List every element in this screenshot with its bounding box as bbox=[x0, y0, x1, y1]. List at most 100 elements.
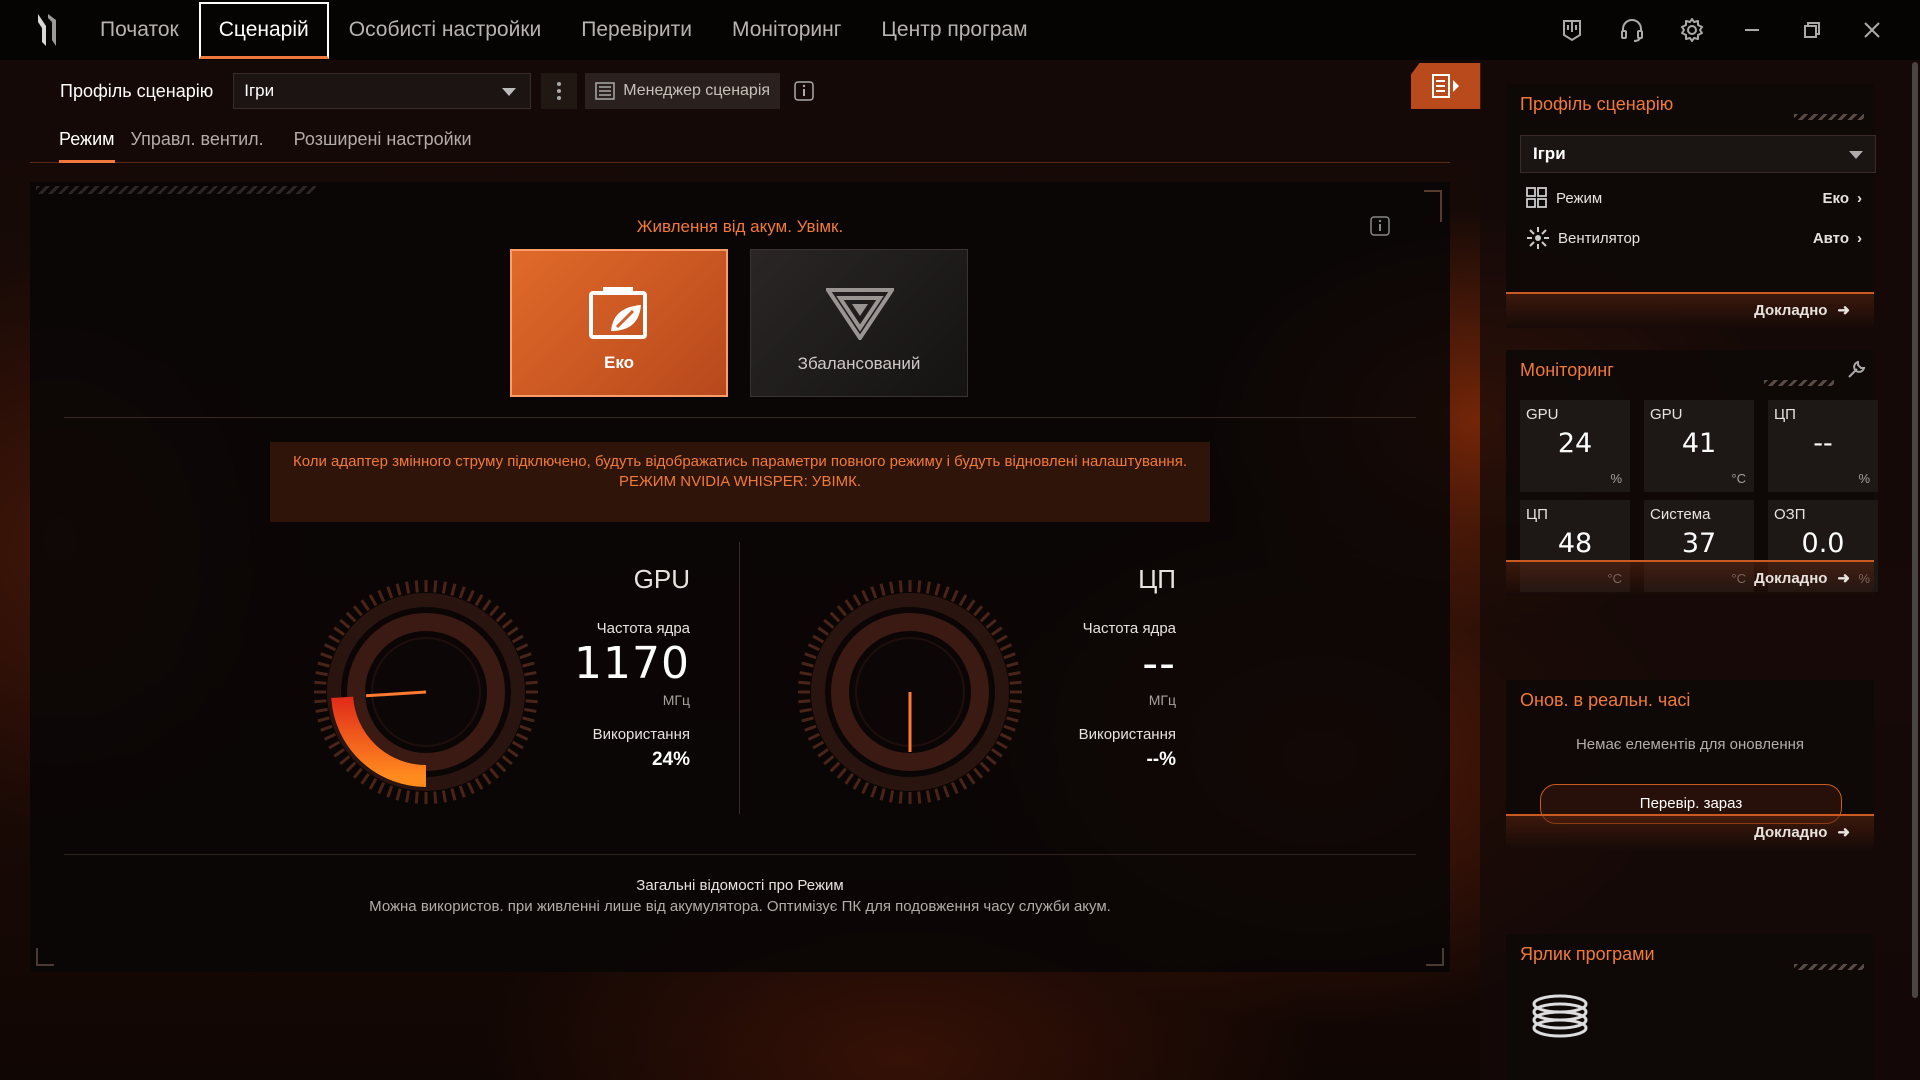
eco-battery-icon bbox=[589, 287, 647, 339]
headset-icon[interactable] bbox=[1602, 0, 1662, 60]
cpu-gauge-tick bbox=[950, 589, 959, 603]
gauge-separator bbox=[739, 542, 740, 814]
collapse-sidebar-button[interactable] bbox=[1411, 63, 1481, 109]
gpu-gauge-tick bbox=[395, 788, 402, 801]
cpu-gauge-tick bbox=[817, 748, 829, 758]
info-icon[interactable] bbox=[1370, 216, 1390, 236]
sidebar-mode-row[interactable]: Режим Еко › bbox=[1526, 184, 1862, 212]
chevron-down-icon bbox=[502, 88, 517, 96]
monitoring-card: Моніторинг GPU 24 % GPU 41 °C ЦП -- % ЦП… bbox=[1506, 350, 1878, 596]
cpu-gauge-tick bbox=[870, 785, 878, 798]
ac-adapter-notice: Коли адаптер змінного струму підключено,… bbox=[270, 442, 1210, 522]
sidebar-profile-value: Ігри bbox=[1533, 144, 1566, 163]
gpu-gauge-tick bbox=[314, 699, 327, 704]
decor-corner bbox=[36, 948, 54, 966]
tab-advanced-settings[interactable]: Розширені настройки bbox=[294, 124, 486, 160]
sidebar-profile-select[interactable]: Ігри bbox=[1520, 135, 1876, 173]
sidebar-fan-row[interactable]: Вентилятор Авто › bbox=[1526, 224, 1862, 252]
cpu-gauge-tick bbox=[870, 586, 878, 599]
cpu-gauge-tick bbox=[812, 740, 825, 750]
mode-balanced-card[interactable]: Збалансований bbox=[750, 249, 968, 397]
gpu-gauge-tick bbox=[458, 586, 466, 599]
cpu-gauge-tick bbox=[817, 626, 829, 636]
cpu-freq-unit: МГц bbox=[1148, 692, 1176, 708]
cpu-gauge-tick bbox=[925, 581, 931, 594]
gpu-gauge-tick bbox=[489, 605, 500, 617]
device-icon[interactable] bbox=[1542, 0, 1602, 60]
info-icon[interactable] bbox=[794, 81, 814, 101]
cpu-gauge-tick bbox=[823, 618, 835, 629]
gpu-gauge-tick bbox=[345, 611, 357, 623]
cpu-gauge-tick bbox=[1006, 716, 1019, 723]
nav-home[interactable]: Початок bbox=[80, 0, 199, 60]
cpu-gauge-tick bbox=[799, 671, 812, 677]
cpu-gauge-tick bbox=[879, 788, 886, 801]
gpu-gauge-tick bbox=[333, 626, 345, 636]
cpu-gauge-tick bbox=[829, 761, 841, 773]
gpu-gauge-tick bbox=[414, 791, 419, 804]
nav-check[interactable]: Перевірити bbox=[561, 0, 712, 60]
cpu-gauge-tick bbox=[966, 773, 976, 785]
tab-mode[interactable]: Режим bbox=[59, 124, 115, 163]
nav-app-center[interactable]: Центр програм bbox=[861, 0, 1047, 60]
gpu-gauge-tick bbox=[522, 716, 535, 723]
sidebar-fan-value: Авто bbox=[1812, 229, 1849, 247]
battery-status: Живлення від акум. Увімк. bbox=[636, 217, 844, 236]
gpu-gauge-tick bbox=[317, 716, 330, 723]
tab-fan-control[interactable]: Управл. вентил. bbox=[131, 124, 278, 160]
profile-card-more-link[interactable]: Докладно ➜ bbox=[1506, 292, 1874, 328]
monitoring-card-title: Моніторинг bbox=[1506, 350, 1874, 390]
nav-personal-settings[interactable]: Особисті настройки bbox=[329, 0, 562, 60]
main-nav: Початок Сценарій Особисті настройки Пере… bbox=[80, 0, 1048, 60]
wrench-icon[interactable] bbox=[1846, 360, 1866, 380]
gpu-gauge-tick bbox=[414, 580, 419, 593]
gpu-gauge-tick bbox=[450, 583, 457, 596]
app-shortcut-icon[interactable] bbox=[1530, 990, 1590, 1042]
mode-eco-card[interactable]: Еко bbox=[510, 249, 728, 397]
app-logo bbox=[38, 14, 56, 46]
cpu-gauge-tick bbox=[844, 773, 854, 785]
chevron-right-icon: › bbox=[1857, 229, 1862, 247]
decor-corner bbox=[1426, 948, 1444, 966]
gpu-freq-unit: МГц bbox=[662, 692, 690, 708]
cpu-gauge-tick bbox=[1008, 707, 1021, 713]
restore-icon[interactable] bbox=[1782, 0, 1842, 60]
gpu-gauge-tick bbox=[317, 661, 330, 668]
sidebar-scrollbar[interactable] bbox=[1912, 62, 1918, 998]
nav-monitoring[interactable]: Моніторинг bbox=[712, 0, 861, 60]
no-updates-text: Немає елементів для оновлення bbox=[1575, 736, 1805, 753]
gauges: GPU Частота ядра 1170 МГц Використання 2… bbox=[30, 542, 1450, 842]
more-options-button[interactable] bbox=[541, 73, 578, 109]
cpu-gauge-tick bbox=[836, 605, 847, 617]
gpu-gauge-tick bbox=[314, 680, 327, 685]
scenario-manager-button[interactable]: Менеджер сценарія bbox=[585, 73, 781, 109]
arrow-right-icon: ➜ bbox=[1837, 824, 1850, 841]
nav-scenario[interactable]: Сценарій bbox=[198, 2, 329, 59]
cpu-gauge-tick bbox=[807, 732, 821, 741]
minimize-icon[interactable] bbox=[1722, 0, 1782, 60]
cpu-gauge-tick bbox=[889, 581, 895, 594]
gpu-gauge-tick bbox=[377, 589, 386, 603]
profile-label: Профіль сценарію bbox=[60, 80, 214, 101]
arrow-right-icon: ➜ bbox=[1837, 570, 1850, 587]
gear-icon[interactable] bbox=[1662, 0, 1722, 60]
cpu-gauge-tick bbox=[804, 652, 817, 660]
cpu-gauge-tick bbox=[942, 785, 950, 798]
cpu-title: ЦП bbox=[1138, 564, 1176, 594]
close-icon[interactable] bbox=[1842, 0, 1902, 60]
mode-eco-label: Еко bbox=[603, 353, 634, 372]
live-update-more-link[interactable]: Докладно ➜ bbox=[1506, 814, 1874, 850]
cpu-freq-label: Частота ядра bbox=[1082, 620, 1176, 637]
gpu-gauge-tick bbox=[368, 777, 378, 790]
monitoring-card-more-link[interactable]: Докладно ➜ bbox=[1506, 560, 1874, 596]
profile-select[interactable]: Ігри bbox=[233, 73, 532, 109]
cpu-usage-value: --% bbox=[1146, 749, 1176, 770]
gpu-freq-value: 1170 bbox=[574, 638, 690, 689]
gpu-gauge-tick bbox=[524, 707, 537, 713]
gpu-gauge-tick bbox=[333, 748, 345, 758]
monitor-gpu-temp: GPU 41 °C bbox=[1644, 400, 1754, 492]
divider bbox=[64, 417, 1416, 418]
gpu-gauge-tick bbox=[386, 586, 394, 599]
cpu-gauge-tick bbox=[917, 580, 922, 593]
fan-icon bbox=[1527, 227, 1549, 249]
